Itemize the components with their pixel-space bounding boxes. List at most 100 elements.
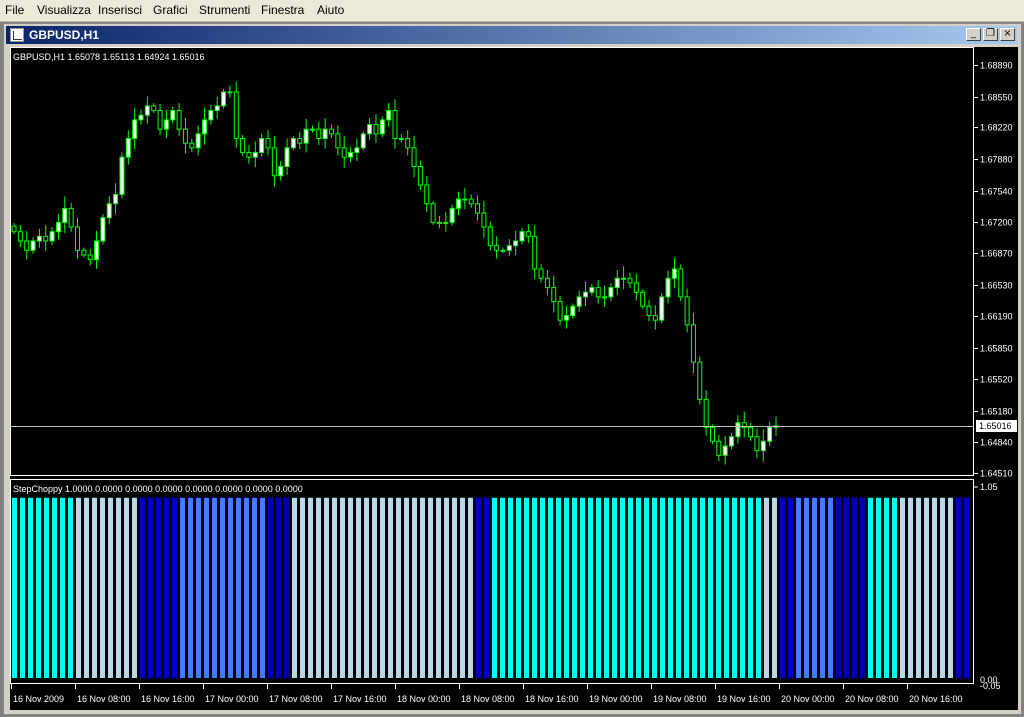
candle-body xyxy=(468,198,474,205)
menu-strumenti[interactable]: Strumenti xyxy=(199,3,250,17)
indicator-bar xyxy=(612,497,617,678)
indicator-bar xyxy=(860,497,865,678)
indicator-bar xyxy=(196,497,201,678)
candle-body xyxy=(411,147,417,167)
indicator-bar xyxy=(164,497,169,678)
indicator-bar xyxy=(708,497,713,678)
candle-body xyxy=(627,277,633,284)
candle-body xyxy=(119,156,125,195)
indicator-bar xyxy=(140,497,145,678)
candle-body xyxy=(754,436,760,452)
indicator-bar xyxy=(460,497,465,678)
indicator-bar xyxy=(252,497,257,678)
candle-body xyxy=(386,110,392,121)
indicator-bar xyxy=(948,497,953,678)
candle-body xyxy=(671,268,677,279)
candle-body xyxy=(271,147,277,177)
price-tick-label: 1.65180 xyxy=(980,407,1013,417)
candle-body xyxy=(652,315,658,321)
candle-body xyxy=(202,119,207,135)
candle-body xyxy=(309,128,315,131)
indicator-bar xyxy=(284,497,289,678)
candle-body xyxy=(760,440,766,452)
candle-body xyxy=(602,296,608,299)
indicator-bar xyxy=(716,497,721,678)
candle-body xyxy=(335,133,341,149)
indicator-bar xyxy=(404,497,409,678)
candle-body xyxy=(703,398,709,428)
candle-body xyxy=(506,245,512,251)
candle-body xyxy=(595,287,601,298)
menu-aiuto[interactable]: Aiuto xyxy=(317,3,344,17)
restore-button[interactable]: ❐ xyxy=(983,28,998,41)
indicator-bar xyxy=(828,497,833,678)
chart-area[interactable]: GBPUSD,H1 1.65078 1.65113 1.64924 1.6501… xyxy=(10,47,1018,710)
indicator-bar xyxy=(836,497,841,678)
candle-body xyxy=(106,203,112,219)
indicator-bar xyxy=(516,497,521,678)
chart-header: GBPUSD,H1 1.65078 1.65113 1.64924 1.6501… xyxy=(13,52,204,62)
price-tick-label: 1.64510 xyxy=(980,469,1013,479)
menu-file[interactable]: File xyxy=(5,3,24,17)
indicator-bar xyxy=(52,497,57,678)
indicator-bar xyxy=(68,497,73,678)
price-panel-frame xyxy=(10,47,974,476)
candle-body xyxy=(532,235,538,270)
candle-body xyxy=(170,110,176,121)
candle-body xyxy=(36,235,42,242)
candle-body xyxy=(557,301,563,321)
indicator-bar xyxy=(756,497,761,678)
candle-body xyxy=(354,147,360,153)
indicator-bar xyxy=(772,497,777,678)
candle-body xyxy=(252,151,258,158)
price-tick-label: 1.68550 xyxy=(980,93,1013,103)
candle-body xyxy=(475,203,481,214)
indicator-bar xyxy=(804,497,809,678)
window-titlebar[interactable]: GBPUSD,H1 _ ❐ × xyxy=(6,26,1017,44)
indicator-bar xyxy=(500,497,505,678)
candle-body xyxy=(500,249,506,252)
price-tick-label: 1.65520 xyxy=(980,375,1013,385)
time-tick-label: 16 Nov 2009 xyxy=(13,694,64,704)
indicator-bar xyxy=(324,497,329,678)
menu-visualizza[interactable]: Visualizza xyxy=(37,3,91,17)
chart-svg[interactable]: GBPUSD,H1 1.65078 1.65113 1.64924 1.6501… xyxy=(10,47,1018,710)
time-tick-label: 19 Nov 08:00 xyxy=(653,694,707,704)
indicator-label: StepChoppy 1.0000 0.0000 0.0000 0.0000 0… xyxy=(13,484,303,494)
candle-body xyxy=(373,124,379,135)
indicator-bar xyxy=(44,497,49,678)
indicator-bar xyxy=(908,497,913,678)
menu-finestra[interactable]: Finestra xyxy=(261,3,304,17)
candle-body xyxy=(589,287,595,293)
indicator-bar xyxy=(172,497,177,678)
time-tick-label: 18 Nov 00:00 xyxy=(397,694,451,704)
indicator-bar xyxy=(868,497,873,678)
indicator-bar xyxy=(84,497,89,678)
indicator-bar xyxy=(476,497,481,678)
time-tick-label: 16 Nov 16:00 xyxy=(141,694,195,704)
indicator-bar xyxy=(788,497,793,678)
candle-body xyxy=(551,287,557,303)
candle-body xyxy=(290,138,296,149)
indicator-bar xyxy=(420,497,425,678)
candle-body xyxy=(729,436,735,447)
candle-body xyxy=(195,133,201,149)
candle-body xyxy=(684,296,690,326)
menu-inserisci[interactable]: Inserisci xyxy=(98,3,142,17)
candle-body xyxy=(322,128,328,140)
candle-body xyxy=(697,361,703,400)
menu-grafici[interactable]: Grafici xyxy=(153,3,188,17)
indicator-bar xyxy=(20,497,25,678)
price-tick-label: 1.68890 xyxy=(980,61,1013,71)
indicator-bar xyxy=(748,497,753,678)
candle-body xyxy=(538,268,544,279)
candle-body xyxy=(379,119,385,135)
minimize-button[interactable]: _ xyxy=(966,28,981,41)
indicator-bar xyxy=(524,497,529,678)
indicator-bar xyxy=(388,497,393,678)
indicator-bar xyxy=(740,497,745,678)
indicator-bar xyxy=(492,497,497,678)
close-button[interactable]: × xyxy=(1000,28,1015,41)
indicator-bar xyxy=(596,497,601,678)
price-tick-label: 1.67880 xyxy=(980,155,1013,165)
